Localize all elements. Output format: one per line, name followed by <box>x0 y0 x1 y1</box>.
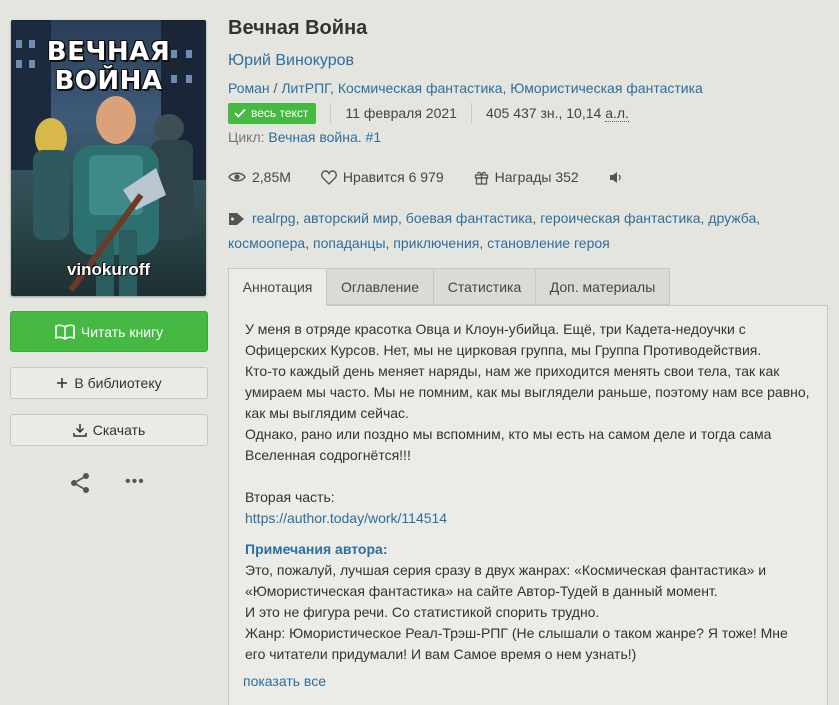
genre-separator: / <box>269 80 282 96</box>
author-notes-paragraph: И это не фигура речи. Со статистикой спо… <box>245 604 600 620</box>
series-label: Цикл: <box>228 129 265 145</box>
tag-link[interactable]: realrpg <box>252 210 296 226</box>
divider <box>330 103 332 123</box>
check-icon <box>234 108 246 118</box>
author-sheets-unit[interactable]: а.л. <box>605 105 629 122</box>
annotation-paragraph: Кто-то каждый день меняет наряды, нам же… <box>245 363 810 421</box>
author-link[interactable]: Юрий Винокуров <box>228 52 354 70</box>
tab-contents[interactable]: Оглавление <box>327 268 434 305</box>
views-count: 2,85M <box>252 169 291 185</box>
annotation-paragraph: Однако, рано или поздно мы вспомним, кто… <box>245 426 772 463</box>
download-button[interactable]: Скачать <box>10 414 208 446</box>
likes-stat[interactable]: Нравится 6 979 <box>320 169 444 185</box>
genre-link-root[interactable]: Роман <box>228 80 270 96</box>
tag-link[interactable]: приключения <box>393 235 479 251</box>
tag-link[interactable]: боевая фантастика <box>406 210 533 226</box>
annotation-paragraph: У меня в отряде красотка Овца и Клоун-уб… <box>245 321 762 358</box>
eye-icon <box>228 172 246 182</box>
likes-label: Нравится <box>342 169 405 185</box>
genre-link[interactable]: Космическая фантастика <box>338 80 503 96</box>
read-book-label: Читать книгу <box>80 323 164 340</box>
author-notes-paragraph: Жанр: Юмористическое Реал-Трэш-РПГ (Не с… <box>245 625 788 662</box>
share-icon[interactable] <box>69 472 91 494</box>
awards-count: 352 <box>555 169 579 185</box>
status-badge-label: весь текст <box>251 105 309 120</box>
read-book-button[interactable]: Читать книгу <box>10 311 208 352</box>
show-all-link[interactable]: показать все <box>243 673 326 689</box>
book-cover[interactable]: ВЕЧНАЯ ВОЙНА vinokuroff <box>11 20 206 296</box>
plus-icon <box>56 377 68 389</box>
genre-link[interactable]: Юмористическая фантастика <box>510 80 703 96</box>
tab-extra-materials[interactable]: Доп. материалы <box>536 268 670 305</box>
awards-stat[interactable]: Награды 352 <box>474 169 579 185</box>
book-title: Вечная Война <box>228 17 368 39</box>
book-meta: весь текст 11 февраля 2021 405 437 зн., … <box>228 102 629 124</box>
series-link[interactable]: Вечная война. #1 <box>268 129 381 145</box>
book-size-chars: 405 437 зн., 10,14 <box>485 105 602 121</box>
heart-icon <box>320 169 337 185</box>
audio-stat[interactable] <box>609 171 629 184</box>
tab-statistics[interactable]: Статистика <box>434 268 536 305</box>
tag-icon <box>228 210 246 232</box>
add-to-library-label: В библиотеку <box>74 375 162 391</box>
tag-link[interactable]: дружба <box>708 210 756 226</box>
book-open-icon <box>55 324 75 340</box>
download-label: Скачать <box>92 422 146 438</box>
tag-link[interactable]: героическая фантастика <box>540 210 700 226</box>
publish-date: 11 февраля 2021 <box>345 105 457 121</box>
cover-title: ВЕЧНАЯ ВОЙНА <box>46 37 171 96</box>
annotation-text: У меня в отряде красотка Овца и Клоун-уб… <box>245 319 810 665</box>
awards-label: Награды <box>494 169 552 185</box>
author-notes-heading: Примечания автора: <box>245 541 388 557</box>
cover-author: vinokuroff <box>66 260 151 279</box>
tab-bar: Аннотация Оглавление Статистика Доп. мат… <box>228 268 670 306</box>
more-options-icon[interactable]: ••• <box>125 474 145 490</box>
second-part-link[interactable]: https://author.today/work/114514 <box>245 510 447 526</box>
tag-list: realrpg, авторский мир, боевая фантастик… <box>228 210 761 251</box>
gift-icon <box>474 171 488 185</box>
likes-count: 6 979 <box>408 169 444 185</box>
divider <box>470 103 472 123</box>
tag-link[interactable]: попаданцы <box>313 235 386 251</box>
tag-link[interactable]: становление героя <box>487 235 610 251</box>
tag-link[interactable]: авторский мир <box>303 210 398 226</box>
views-stat: 2,85M <box>228 169 291 185</box>
author-notes-paragraph: Это, пожалуй, лучшая серия сразу в двух … <box>245 562 767 599</box>
download-icon <box>73 423 87 437</box>
tag-link[interactable]: космоопера <box>228 235 305 251</box>
genre-list: Роман / ЛитРПГ, Космическая фантастика, … <box>228 80 703 96</box>
speaker-icon <box>609 171 621 183</box>
second-part-label: Вторая часть: <box>245 489 335 505</box>
genre-link[interactable]: ЛитРПГ <box>281 80 330 96</box>
status-badge: весь текст <box>228 102 317 124</box>
series-info: Цикл: Вечная война. #1 <box>228 129 381 145</box>
book-stats: 2,85M Нравится 6 979 Награды 352 <box>228 167 659 187</box>
book-size: 405 437 зн., 10,14 а.л. <box>485 105 629 122</box>
tab-annotation[interactable]: Аннотация <box>228 268 327 306</box>
add-to-library-button[interactable]: В библиотеку <box>10 367 208 399</box>
